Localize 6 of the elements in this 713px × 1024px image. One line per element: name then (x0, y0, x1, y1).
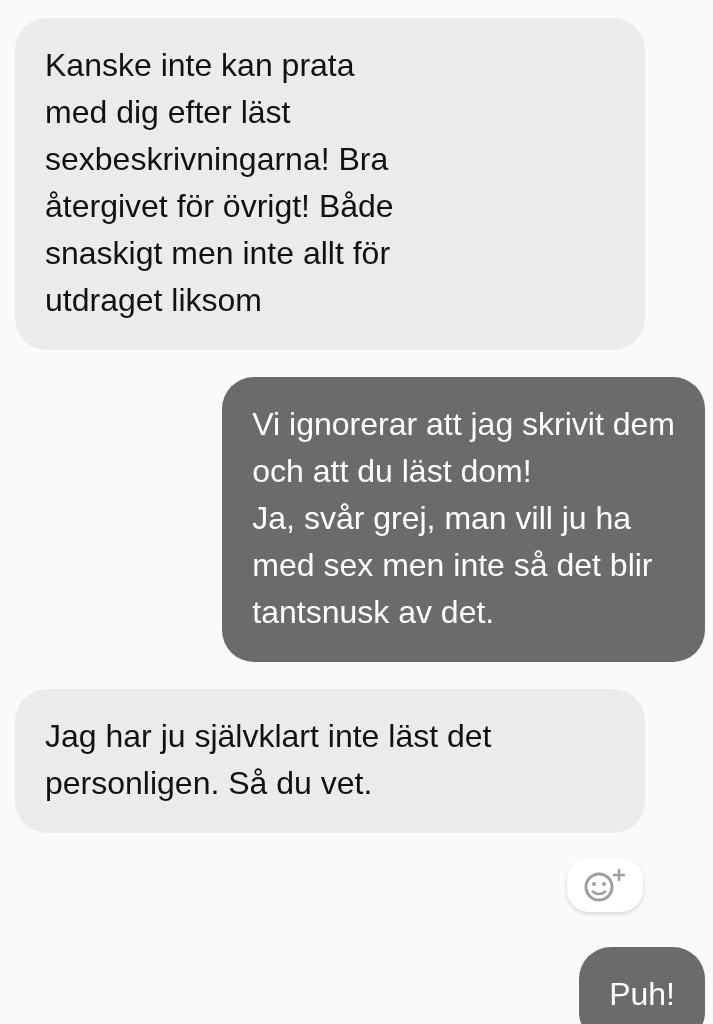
sent-message: Vi ignorerar att jag skrivit dem och att du läst dom! Ja, svår grej, man vill ju ha med sex men inte så det blir tantsnusk av det. (222, 377, 705, 662)
smiley-plus-icon (583, 867, 627, 903)
add-reaction-button[interactable] (567, 858, 643, 912)
received-message: Kanske inte kan prata med dig efter läst sexbeskrivningarna! Bra återgivet för övrigt! Både snaskigt men inte allt för utdraget liksom (15, 18, 645, 350)
received-message: Jag har ju självklart inte läst det personligen. Så du vet. (15, 689, 645, 833)
sent-message: Puh! (579, 947, 705, 1024)
